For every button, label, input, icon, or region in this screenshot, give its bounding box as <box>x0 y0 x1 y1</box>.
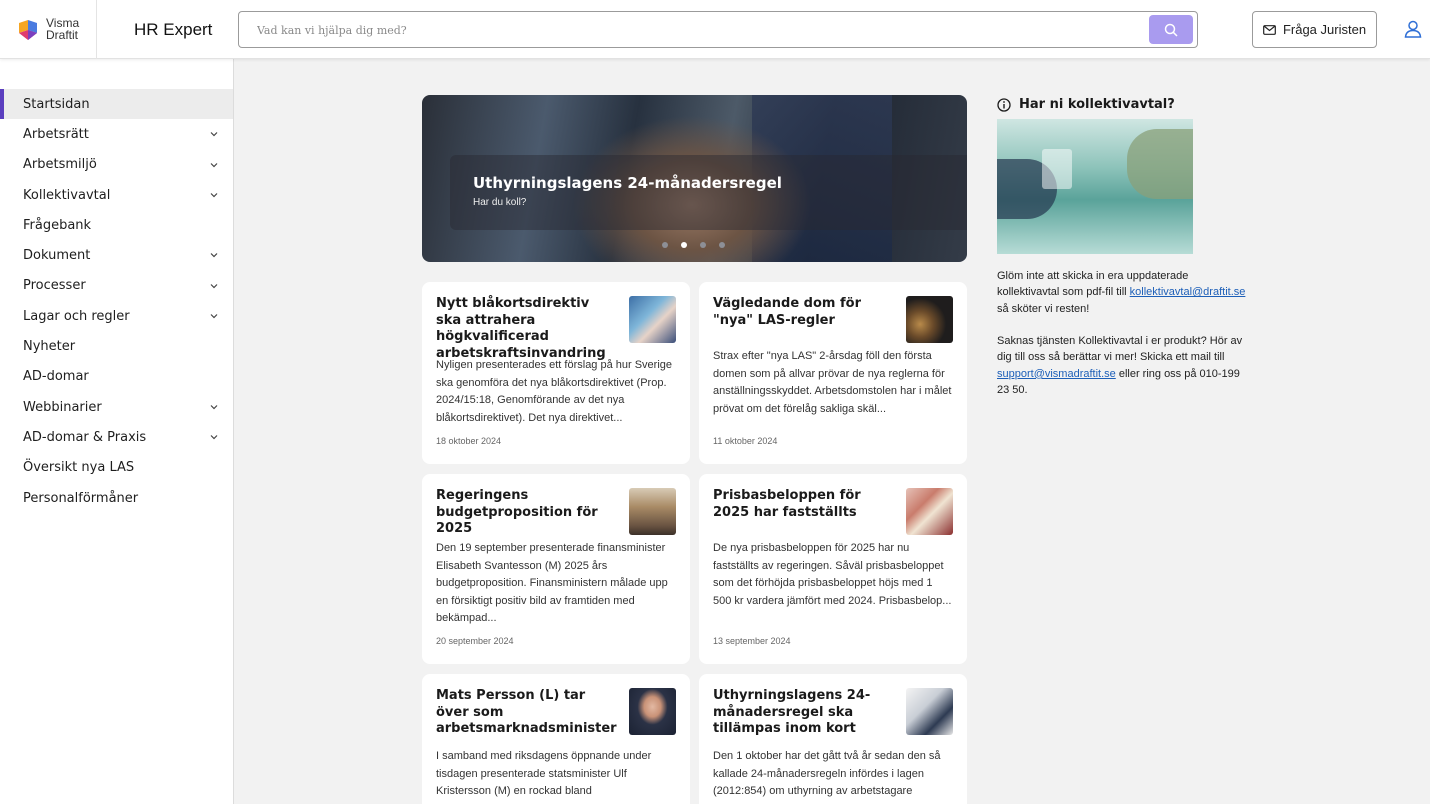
news-card[interactable]: Uthyrningslagens 24-månadersregel ska ti… <box>699 674 967 804</box>
news-card[interactable]: Vägledande dom för "nya" LAS-regler Stra… <box>699 282 967 464</box>
hero-title[interactable]: Uthyrningslagens 24-månadersregel <box>473 174 782 192</box>
logo-text: Visma Draftit <box>46 17 79 41</box>
sidebar-item[interactable]: Processer <box>0 271 233 301</box>
support-email-link[interactable]: support@vismadraftit.se <box>997 368 1116 380</box>
kollektivavtal-email-link[interactable]: kollektivavtal@draftit.se <box>1130 286 1246 298</box>
sidebar-item-label: Dokument <box>23 248 91 264</box>
card-image-bluecard <box>629 296 676 343</box>
sidebar-item[interactable]: Startsidan <box>0 89 233 120</box>
top-header: Visma Draftit HR Expert Fråga Juristen <box>0 0 1430 59</box>
sidebar-item-label: Nyheter <box>23 339 76 355</box>
search-icon <box>1164 23 1178 37</box>
card-excerpt: Nyligen presenterades ett förslag på hur… <box>436 359 673 424</box>
card-image-portrait <box>629 688 676 735</box>
user-icon[interactable] <box>1404 20 1422 38</box>
aside-title: Har ni kollektivavtal? <box>1019 97 1175 112</box>
chevron-down-icon[interactable] <box>209 190 219 200</box>
sidebar-item-label: Startsidan <box>23 96 90 112</box>
chevron-down-icon[interactable] <box>209 311 219 321</box>
draftit-logo-icon <box>19 20 37 40</box>
aside-paragraph-1: Glöm inte att skicka in era uppdaterade … <box>997 268 1247 317</box>
card-image-gavel <box>906 296 953 343</box>
card-date: 13 september 2024 <box>713 636 791 646</box>
chevron-down-icon[interactable] <box>209 432 219 442</box>
sidebar-item-label: Frågebank <box>23 217 92 233</box>
card-image-building <box>629 488 676 535</box>
carousel-dots <box>662 242 725 248</box>
mail-icon <box>1263 24 1276 35</box>
card-excerpt: De nya prisbasbeloppen för 2025 har nu f… <box>713 542 952 607</box>
sidebar-item[interactable]: Dokument <box>0 240 233 270</box>
carousel-dot-4[interactable] <box>719 242 725 248</box>
logo-line-draftit: Draftit <box>46 28 79 42</box>
card-title[interactable]: Regeringens budgetproposition för 2025 <box>436 488 618 538</box>
card-excerpt: Den 1 oktober har det gått två år sedan … <box>713 750 941 797</box>
sidebar-item-label: AD-domar & Praxis <box>23 429 147 445</box>
sidebar-item[interactable]: Arbetsrätt <box>0 119 233 149</box>
sidebar-item-label: Personalförmåner <box>23 490 139 506</box>
hero-overlay <box>450 155 967 230</box>
sidebar-item-label: Lagar och regler <box>23 308 130 324</box>
sidebar-item[interactable]: AD-domar & Praxis <box>0 422 233 452</box>
card-title[interactable]: Prisbasbeloppen för 2025 har fastställts <box>713 488 895 521</box>
sidebar-item-label: Webbinarier <box>23 399 102 415</box>
ask-lawyer-button[interactable]: Fråga Juristen <box>1252 11 1377 48</box>
news-card[interactable]: Nytt blåkortsdirektiv ska attrahera högk… <box>422 282 690 464</box>
sidebar-item-label: Processer <box>23 278 86 294</box>
sidebar-item-label: AD-domar <box>23 369 89 385</box>
news-card[interactable]: Prisbasbeloppen för 2025 har fastställts… <box>699 474 967 664</box>
carousel-dot-1[interactable] <box>662 242 668 248</box>
sidebar-item-label: Kollektivavtal <box>23 187 111 203</box>
sidebar-item-label: Arbetsrätt <box>23 126 89 142</box>
card-excerpt: I samband med riksdagens öppnande under … <box>436 750 652 797</box>
sidebar: Startsidan Arbetsrätt Arbetsmiljö Kollektiv… <box>0 59 234 804</box>
card-image-contract <box>906 688 953 735</box>
search-bar <box>238 11 1198 48</box>
card-excerpt: Strax efter "nya LAS" 2-årsdag föll den … <box>713 350 952 415</box>
sidebar-item[interactable]: Arbetsmiljö <box>0 150 233 180</box>
search-button[interactable] <box>1149 15 1193 44</box>
sidebar-item[interactable]: Webbinarier <box>0 392 233 422</box>
sidebar-item[interactable]: Personalförmåner <box>0 483 233 513</box>
card-excerpt: Den 19 september presenterade finansmini… <box>436 542 668 624</box>
card-date: 20 september 2024 <box>436 636 514 646</box>
news-card[interactable]: Regeringens budgetproposition för 2025 D… <box>422 474 690 664</box>
carousel-dot-3[interactable] <box>700 242 706 248</box>
hero-subtitle: Har du koll? <box>473 197 527 208</box>
carousel-dot-2[interactable] <box>681 242 687 248</box>
sidebar-item-label: Översikt nya LAS <box>23 460 135 476</box>
sidebar-item[interactable]: AD-domar <box>0 362 233 392</box>
app-title: HR Expert <box>134 20 213 39</box>
card-title[interactable]: Nytt blåkortsdirektiv ska attrahera högk… <box>436 296 618 362</box>
card-title[interactable]: Vägledande dom för "nya" LAS-regler <box>713 296 895 329</box>
chevron-down-icon[interactable] <box>209 129 219 139</box>
chevron-down-icon[interactable] <box>209 281 219 291</box>
chevron-down-icon[interactable] <box>209 160 219 170</box>
sidebar-item[interactable]: Nyheter <box>0 331 233 361</box>
aside-p2-text: Saknas tjänsten Kollektivavtal i er prod… <box>997 335 1243 364</box>
ask-lawyer-label: Fråga Juristen <box>1282 22 1367 37</box>
sidebar-item[interactable]: Kollektivavtal <box>0 180 233 210</box>
visma-draftit-logo[interactable]: Visma Draftit <box>0 0 97 59</box>
sidebar-item[interactable]: Översikt nya LAS <box>0 453 233 483</box>
card-title[interactable]: Uthyrningslagens 24-månadersregel ska ti… <box>713 688 895 738</box>
aside-paragraph-2: Saknas tjänsten Kollektivavtal i er prod… <box>997 333 1247 399</box>
aside-p1-text-end: så sköter vi resten! <box>997 302 1090 315</box>
news-card[interactable]: Mats Persson (L) tar över som arbetsmark… <box>422 674 690 804</box>
card-date: 18 oktober 2024 <box>436 436 502 446</box>
sidebar-item-label: Arbetsmiljö <box>23 157 97 173</box>
chevron-down-icon[interactable] <box>209 402 219 412</box>
aside-image-meeting <box>997 119 1193 254</box>
search-input[interactable] <box>257 21 1137 39</box>
sidebar-item[interactable]: Frågebank <box>0 210 233 240</box>
hero-carousel[interactable]: Uthyrningslagens 24-månadersregel Har du… <box>422 95 967 262</box>
aside-heading: Har ni kollektivavtal? <box>997 97 1175 112</box>
sidebar-item[interactable]: Lagar och regler <box>0 301 233 331</box>
chevron-down-icon[interactable] <box>209 250 219 260</box>
card-title[interactable]: Mats Persson (L) tar över som arbetsmark… <box>436 688 618 738</box>
sidebar-nav: Startsidan Arbetsrätt Arbetsmiljö Kollektiv… <box>0 89 233 513</box>
info-icon <box>997 97 1011 112</box>
card-date: 11 oktober 2024 <box>713 436 778 446</box>
card-image-banknotes <box>906 488 953 535</box>
